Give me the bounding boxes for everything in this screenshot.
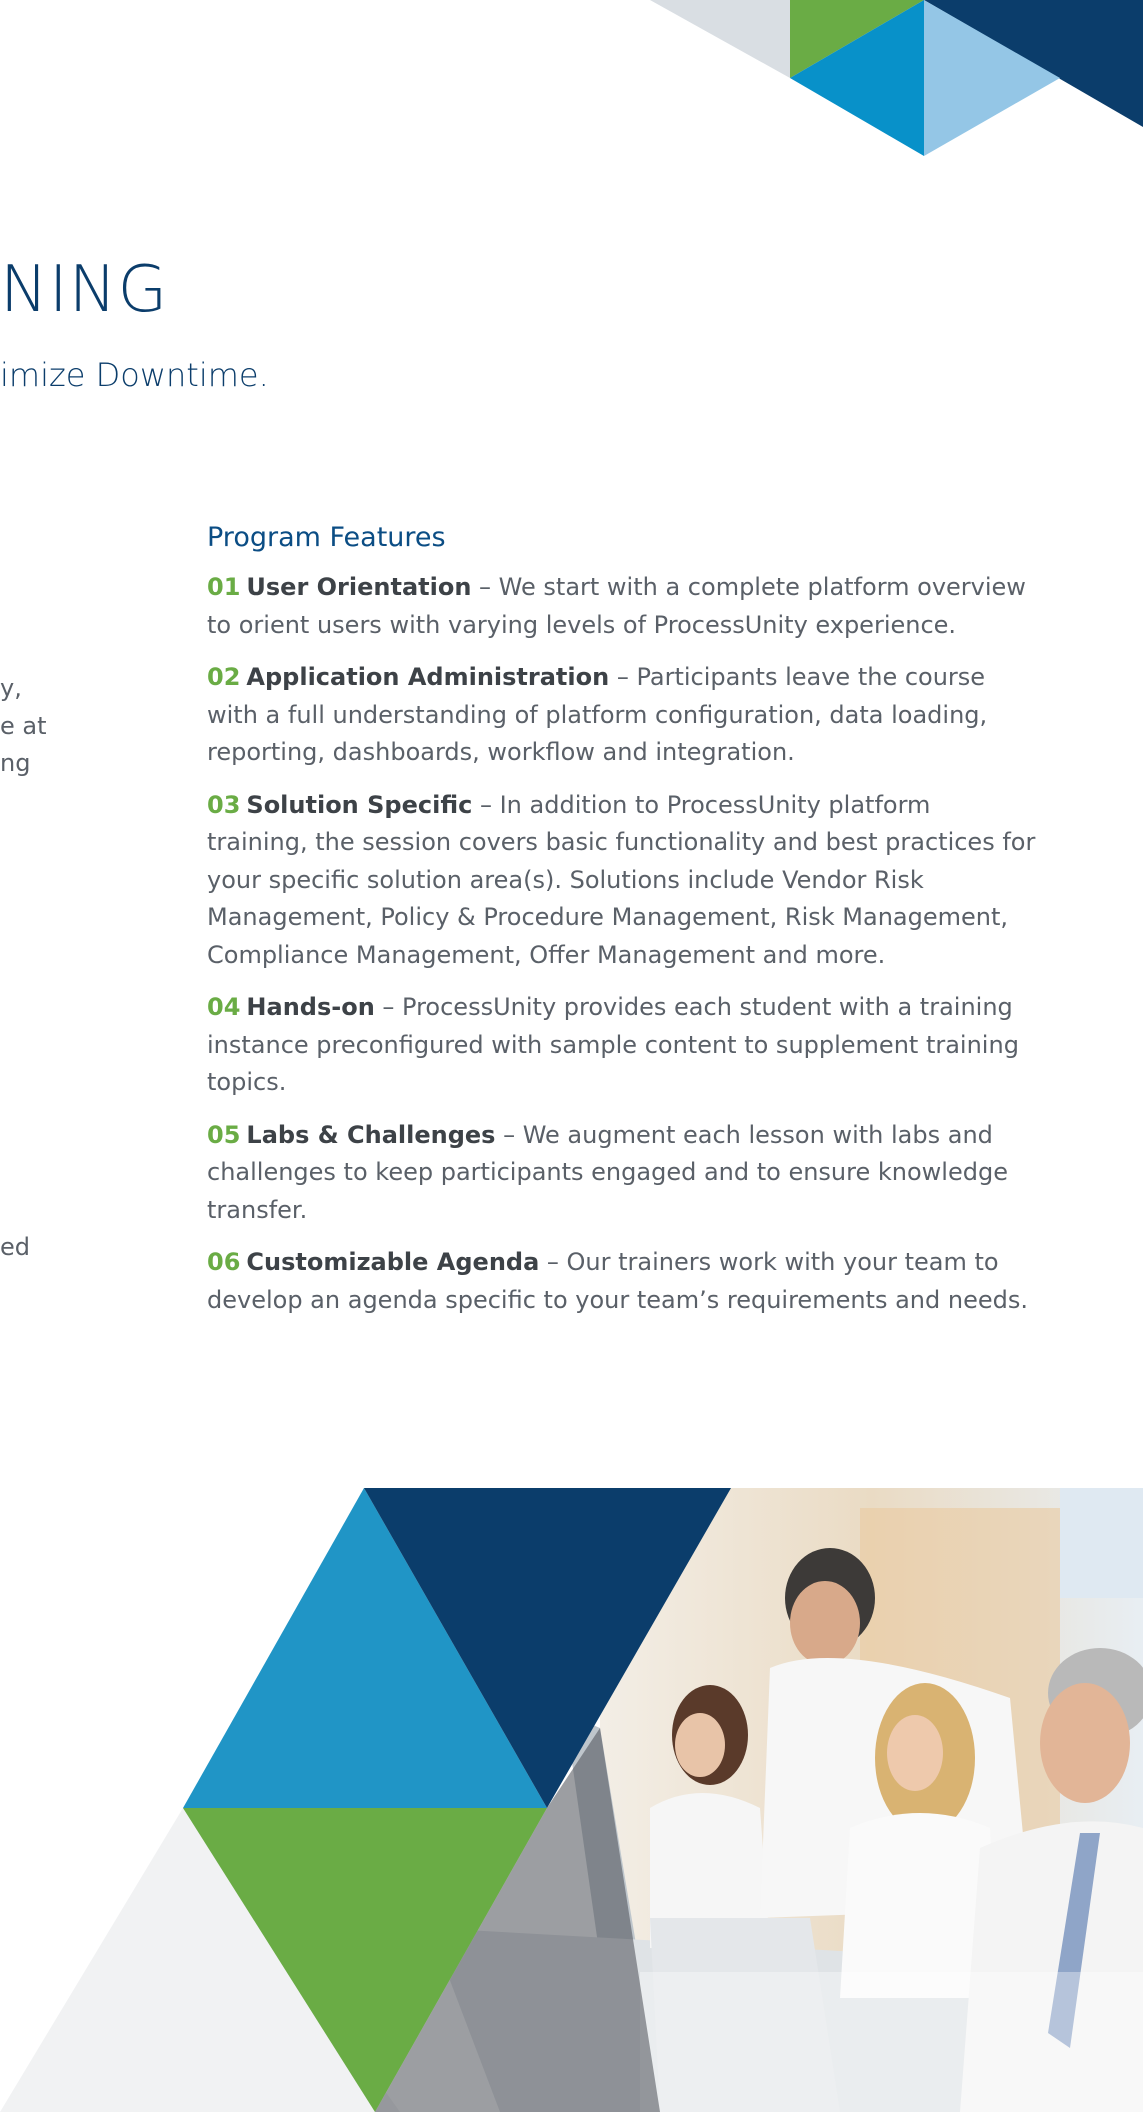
- feature-name: Labs & Challenges: [246, 1120, 496, 1149]
- feature-number: 03: [207, 790, 241, 819]
- program-features-section: Program Features 01 User Orientation – We…: [207, 522, 1037, 1334]
- feature-name: Customizable Agenda: [246, 1248, 540, 1276]
- feature-name: Hands-on: [246, 993, 375, 1021]
- left-column-text-fragment: e at: [0, 712, 47, 740]
- feature-item: 02 Application Administration – Participa…: [207, 659, 1037, 772]
- person-face: [1040, 1683, 1130, 1803]
- training-photo-section: [0, 1488, 1143, 2112]
- left-column-text-fragment: ed: [0, 1233, 30, 1261]
- feature-name: User Orientation: [246, 573, 472, 601]
- feature-name: Application Administration: [246, 663, 610, 691]
- feature-number: 05: [207, 1120, 241, 1149]
- person-face: [675, 1713, 725, 1777]
- feature-item: 06 Customizable Agenda – Our trainers wor…: [207, 1244, 1037, 1319]
- feature-item: 03 Solution Specific – In addition to Pro…: [207, 787, 1037, 975]
- left-column-text-fragment: ng: [0, 749, 31, 777]
- feature-item: 04 Hands-on – ProcessUnity provides each …: [207, 989, 1037, 1102]
- page-subtitle: imize Downtime.: [0, 356, 269, 394]
- person-face: [887, 1715, 943, 1791]
- person-face: [790, 1581, 860, 1665]
- header-triangle-graphic: [650, 0, 1143, 156]
- feature-number: 04: [207, 993, 241, 1021]
- gray-triangle: [650, 0, 790, 78]
- feature-number: 02: [207, 663, 241, 691]
- photo-overlay: [640, 1972, 1143, 2112]
- window: [1060, 1488, 1143, 1598]
- feature-item: 05 Labs & Challenges – We augment each le…: [207, 1117, 1037, 1230]
- feature-number: 01: [207, 573, 241, 601]
- feature-item: 01 User Orientation – We start with a com…: [207, 569, 1037, 644]
- feature-name: Solution Specific: [246, 790, 473, 819]
- page-title: NING: [0, 253, 169, 327]
- training-photo-graphic: [0, 1488, 1143, 2112]
- feature-number: 06: [207, 1248, 241, 1276]
- program-features-heading: Program Features: [207, 522, 446, 553]
- left-column-text-fragment: y,: [0, 674, 22, 702]
